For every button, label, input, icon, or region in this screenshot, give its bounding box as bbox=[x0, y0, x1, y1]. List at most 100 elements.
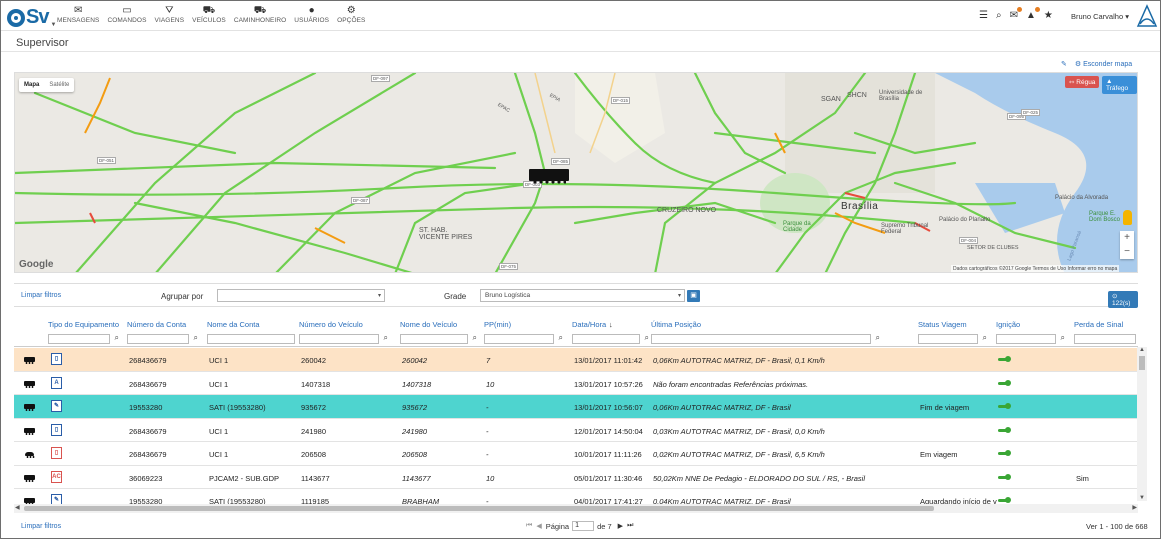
last-page-icon[interactable]: ⏭ bbox=[627, 522, 633, 530]
column-filter-input[interactable]: ⌕ bbox=[127, 333, 198, 344]
search-icon[interactable]: ⌕ bbox=[115, 333, 119, 343]
first-page-icon[interactable]: ⏮ bbox=[526, 522, 532, 530]
list-icon[interactable]: ☰ bbox=[979, 10, 988, 21]
table-row[interactable]: ✎ 19553280 SATI (19553280) 935672 935672 - 13/… bbox=[14, 395, 1138, 419]
search-icon[interactable]: ⌕ bbox=[996, 10, 1002, 21]
search-icon[interactable]: ⌕ bbox=[1061, 333, 1065, 343]
scroll-thumb[interactable] bbox=[24, 506, 934, 511]
column-header[interactable]: Data/Hora bbox=[572, 320, 606, 329]
table-row[interactable]: ▯ 268436679 UCI 1 241980 241980 - 12/01/2017 1… bbox=[14, 418, 1138, 442]
column-filter-input[interactable]: ⌕ bbox=[1074, 334, 1136, 344]
column-header[interactable]: Última Posição bbox=[651, 320, 701, 329]
map-label-stf: Supremo Tribunal Federal bbox=[881, 223, 929, 235]
next-page-icon[interactable]: ▶ bbox=[618, 522, 623, 530]
zoom-in-button[interactable]: + bbox=[1120, 231, 1134, 245]
table-row[interactable]: ▯ 268436679 UCI 1 260042 260042 7 13/01/2017 1… bbox=[14, 348, 1138, 372]
scroll-thumb[interactable] bbox=[1139, 356, 1145, 370]
cell-data: 12/01/2017 14:50:04 bbox=[574, 426, 643, 436]
sort-desc-icon[interactable]: ↓ bbox=[609, 320, 613, 329]
column-filter-input[interactable]: ⌕ bbox=[484, 333, 563, 344]
car-icon bbox=[25, 452, 35, 458]
scroll-left-icon[interactable]: ◀ bbox=[15, 504, 20, 511]
column-header[interactable]: Número do Veículo bbox=[299, 320, 363, 329]
grid-select[interactable]: Bruno Logística ▾ bbox=[480, 289, 685, 302]
brand-logo bbox=[1135, 2, 1159, 30]
column-header[interactable]: Ignição bbox=[996, 320, 1020, 329]
vehicle-count-button[interactable]: ⊙ 122(s) bbox=[1108, 291, 1138, 308]
prev-page-icon[interactable]: ◀ bbox=[536, 522, 541, 530]
column-header[interactable]: PP(min) bbox=[484, 320, 511, 329]
column-filter-input[interactable]: ⌕ bbox=[299, 333, 388, 344]
menu-item-2[interactable]: ⛛ VIAGENS bbox=[155, 5, 185, 24]
scroll-down-icon[interactable]: ▼ bbox=[1139, 495, 1145, 501]
column-filter-input[interactable]: ⌕ bbox=[572, 333, 649, 344]
page-input[interactable]: 1 bbox=[572, 521, 595, 531]
alert-icon[interactable]: ▲ bbox=[1026, 7, 1040, 21]
table-row[interactable]: A 268436679 UCI 1 1407318 1407318 10 13/01/201… bbox=[14, 371, 1138, 395]
map-view[interactable]: Mapa Satélite ⇿ Régua ▲ Tráfego Brasília… bbox=[14, 72, 1138, 273]
group-by-label: Agrupar por bbox=[161, 292, 204, 301]
column-header[interactable]: Nome da Conta bbox=[207, 320, 260, 329]
table-row[interactable]: AC 36069223 PJCAM2 - SUB.GDP 1143677 1143677… bbox=[14, 465, 1138, 489]
clear-filters-link-bottom[interactable]: Limpar filtros bbox=[21, 523, 61, 530]
hide-map-link[interactable]: ⚙ Esconder mapa bbox=[1075, 60, 1132, 68]
clear-filters-link[interactable]: Limpar filtros bbox=[21, 292, 61, 299]
table-row[interactable]: ▯ 268436679 UCI 1 206508 206508 - 10/01/2017 1… bbox=[14, 442, 1138, 466]
group-by-select[interactable]: ▾ bbox=[217, 289, 385, 302]
column-filter-input[interactable]: ⌕ bbox=[918, 333, 987, 344]
horizontal-scrollbar[interactable]: ◀ ▶ bbox=[14, 504, 1138, 513]
menu-item-0[interactable]: ✉ MENSAGENS bbox=[57, 5, 99, 24]
messages-icon[interactable]: ✉ bbox=[1010, 7, 1022, 21]
column-filter-input[interactable]: ⌕ bbox=[996, 333, 1065, 344]
search-icon[interactable]: ⌕ bbox=[384, 333, 388, 343]
search-icon[interactable]: ⌕ bbox=[983, 333, 987, 343]
map-label-alvorada: Palácio da Alvorada bbox=[1055, 195, 1109, 201]
search-icon[interactable]: ⌕ bbox=[876, 333, 880, 343]
road-shield: DF-004 bbox=[959, 237, 979, 244]
logo-text: Sv bbox=[26, 6, 49, 28]
column-header[interactable]: Tipo do Equipamento bbox=[48, 320, 119, 329]
column-filter-input[interactable]: ⌕ bbox=[207, 333, 304, 344]
column-header[interactable]: Perda de Sinal bbox=[1074, 320, 1123, 329]
map-type-toggle: Mapa Satélite bbox=[19, 78, 75, 92]
menu-item-5[interactable]: ● USUÁRIOS bbox=[294, 5, 329, 24]
save-grid-button[interactable]: ▣ bbox=[687, 290, 700, 302]
edit-icon[interactable]: ✎ bbox=[1061, 60, 1067, 68]
menu-item-1[interactable]: ▭ COMANDOS bbox=[107, 5, 146, 24]
logo-caret-icon[interactable]: ▼ bbox=[50, 22, 56, 28]
column-filter-input[interactable]: ⌕ bbox=[400, 333, 477, 344]
column-header[interactable]: Nome do Veículo bbox=[400, 320, 457, 329]
logo-mark-icon bbox=[7, 8, 25, 27]
street-view-pegman-icon[interactable] bbox=[1123, 210, 1132, 225]
star-icon[interactable]: ★ bbox=[1044, 10, 1053, 21]
zoom-out-button[interactable]: − bbox=[1120, 245, 1134, 259]
traffic-button[interactable]: ▲ Tráfego bbox=[1102, 76, 1137, 94]
scroll-right-icon[interactable]: ▶ bbox=[1132, 504, 1137, 511]
cell-pp: - bbox=[486, 426, 489, 436]
road-shield: DF-087 bbox=[351, 197, 371, 204]
column-header[interactable]: Número da Conta bbox=[127, 320, 186, 329]
menu-item-4[interactable]: ⛟ CAMINHONEIRO bbox=[234, 5, 286, 24]
column-filter-input[interactable]: ⌕ bbox=[651, 333, 880, 344]
ruler-button[interactable]: ⇿ Régua bbox=[1065, 76, 1100, 88]
menu-item-3[interactable]: ⛟ VEÍCULOS bbox=[192, 5, 226, 24]
cell-nome-veiculo: 1143677 bbox=[402, 473, 431, 483]
app-logo[interactable]: Sv ▼ bbox=[7, 6, 56, 29]
cell-num-veiculo: 260042 bbox=[301, 356, 327, 365]
search-icon[interactable]: ⌕ bbox=[194, 333, 198, 343]
search-icon[interactable]: ⌕ bbox=[473, 333, 477, 343]
vertical-scrollbar[interactable]: ▲ ▼ bbox=[1137, 347, 1147, 501]
column-filter-input[interactable]: ⌕ bbox=[48, 333, 119, 344]
column-header[interactable]: Status Viagem bbox=[918, 320, 967, 329]
search-icon[interactable]: ⌕ bbox=[645, 333, 649, 343]
menu-item-6[interactable]: ⚙ OPÇÕES bbox=[337, 5, 365, 24]
map-type-map[interactable]: Mapa bbox=[19, 78, 44, 92]
search-icon[interactable]: ⌕ bbox=[559, 333, 563, 343]
user-menu[interactable]: Bruno Carvalho ▾ bbox=[1071, 12, 1129, 21]
map-attribution[interactable]: Dados cartográficos ©2017 Google Termos … bbox=[951, 265, 1120, 272]
road-shield: DF-051 bbox=[97, 157, 117, 164]
scroll-up-icon[interactable]: ▲ bbox=[1139, 347, 1145, 353]
vehicle-marker-truck-icon[interactable] bbox=[529, 169, 569, 184]
map-type-satellite[interactable]: Satélite bbox=[44, 78, 74, 92]
cell-perda: Sim bbox=[1076, 473, 1089, 483]
